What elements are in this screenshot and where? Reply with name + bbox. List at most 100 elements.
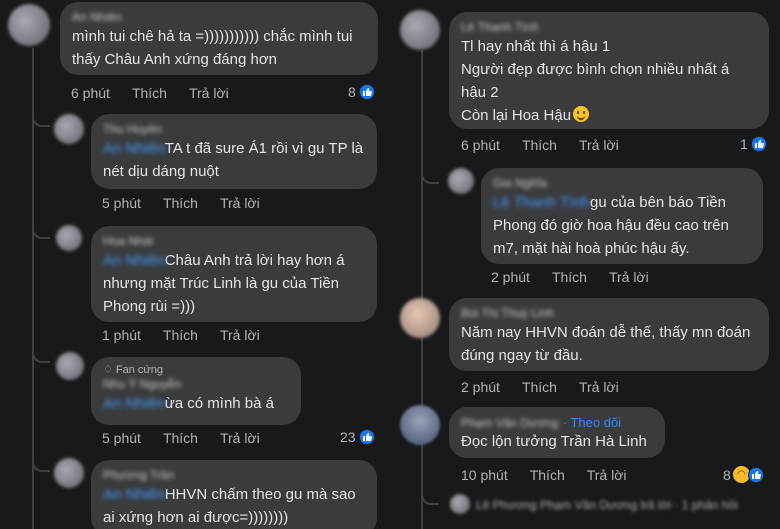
comment-actions: 10 phút Thích Trả lời [461,467,649,483]
reply-action[interactable]: Trả lời [579,137,619,153]
author-name[interactable]: Gia Nghĩa [493,176,751,191]
comment-time[interactable]: 2 phút [461,379,500,395]
follow-link[interactable]: · Theo dõi [563,415,621,430]
right-comment-column: Lê Thanh Tình Tl hay nhất thì á hậu 1 Ng… [392,0,780,529]
like-action[interactable]: Thích [530,467,565,483]
comment-text: Đọc lộn tưởng Trần Hà Linh [461,433,647,450]
mention-tag[interactable]: An Nhiên [103,395,165,412]
author-name[interactable]: Thu Huyền [103,122,365,137]
comment-bubble: ♢ Fan cứng Nhu Ý Nguyễn An Nhiênừa có mì… [91,357,301,425]
avatar[interactable] [56,225,82,251]
like-action[interactable]: Thích [552,269,587,285]
comment-bubble: Thu Huyền An NhiênTA t đã sure Á1 rồi vì… [91,114,377,189]
like-action[interactable]: Thích [163,195,198,211]
comment-bubble: Bùi Thị Thuỳ Linh Năm nay HHVN đoán dễ t… [449,298,769,371]
smile-emoji-icon [573,106,590,122]
reply-preview[interactable]: Lê Phương Phạm Văn Dương trả lời · 1 phả… [476,498,738,512]
reply-action[interactable]: Trả lời [220,195,260,211]
reaction-summary[interactable]: 23 [340,429,375,445]
comment-time[interactable]: 6 phút [461,137,500,153]
author-name[interactable]: An Nhiên [72,10,366,25]
like-icon [747,466,764,483]
comment-bubble: An Nhiên mình tui chê hả ta =)))))))))))… [60,2,378,75]
reply-preview-text: Phạm Văn Dương trả lời · 1 phản hồi [539,498,738,512]
reaction-count: 23 [340,429,356,445]
avatar[interactable] [450,494,470,514]
reply-action[interactable]: Trả lời [189,85,229,101]
avatar[interactable] [448,168,474,194]
comment-text: Năm nay HHVN đoán dễ thế, thấy mn đoán đ… [461,324,751,364]
comment-time[interactable]: 5 phút [102,195,141,211]
comment-time[interactable]: 2 phút [491,269,530,285]
comment-actions: 2 phút Thích Trả lời [461,379,641,395]
reaction-summary[interactable]: 8 ◠ [723,466,764,483]
comment-actions: 6 phút Thích Trả lời [71,85,251,101]
reaction-count: 8 [723,466,731,483]
thread-branch [32,349,50,363]
author-name[interactable]: Bùi Thị Thuỳ Linh [461,306,757,321]
like-action[interactable]: Thích [522,137,557,153]
thread-branch [32,113,50,127]
thread-line [421,50,423,529]
author-name[interactable]: Lê Thanh Tình [461,20,757,35]
comment-time[interactable]: 10 phút [461,467,508,483]
avatar[interactable] [54,114,84,144]
like-action[interactable]: Thích [132,85,167,101]
comment-bubble: Lê Thanh Tình Tl hay nhất thì á hậu 1 Ng… [449,12,769,129]
like-action[interactable]: Thích [163,430,198,446]
reaction-count: 1 [740,136,748,152]
like-icon [750,136,767,152]
thread-branch [421,491,439,505]
avatar[interactable] [54,458,84,488]
reply-action[interactable]: Trả lời [579,379,619,395]
avatar[interactable] [400,298,440,338]
like-action[interactable]: Thích [163,327,198,343]
thread-branch [32,225,50,239]
fan-badge-icon: ♢ [103,364,116,376]
reply-author: Lê Phương [476,498,537,512]
reply-action[interactable]: Trả lời [220,430,260,446]
author-name[interactable]: Hoa Nhài [103,234,365,249]
like-icon [358,84,375,100]
comment-text-line: Còn lại Hoa Hậu [461,107,572,124]
comment-bubble: Hoa Nhài An NhiênChâu Anh trả lời hay hơ… [91,226,377,322]
fan-badge: ♢ Fan cứng [103,364,164,376]
avatar[interactable] [8,4,50,46]
reaction-summary[interactable]: 8 [348,84,375,100]
comment-actions: 1 phút Thích Trả lời [102,327,282,343]
comment-bubble: Gia Nghĩa Lê Thanh Tìnhgu của bên báo Ti… [481,168,763,264]
comment-time[interactable]: 1 phút [102,327,141,343]
reply-action[interactable]: Trả lời [220,327,260,343]
mention-tag[interactable]: Lê Thanh Tình [493,194,590,211]
mention-tag[interactable]: An Nhiên [103,140,165,157]
reaction-summary[interactable]: 1 [740,136,767,152]
like-action[interactable]: Thích [522,379,557,395]
thread-branch [421,170,439,184]
mention-tag[interactable]: An Nhiên [103,486,165,503]
comment-text-line: Tl hay nhất thì á hậu 1 [461,38,611,55]
comment-text-line: Người đẹp được bình chọn nhiều nhất á hậ… [461,61,730,101]
author-name[interactable]: Phương Trần [103,468,365,483]
left-comment-column: An Nhiên mình tui chê hả ta =)))))))))))… [0,0,385,529]
comment-time[interactable]: 5 phút [102,430,141,446]
author-name[interactable]: Phạm Văn Dương [461,416,558,431]
author-name[interactable]: Nhu Ý Nguyễn [103,377,289,392]
thread-branch [32,458,50,472]
reply-action[interactable]: Trả lời [587,467,627,483]
avatar[interactable] [56,352,84,380]
comment-actions: 2 phút Thích Trả lời [491,269,671,285]
comment-text: ừa có mình bà á [164,395,274,412]
comment-actions: 5 phút Thích Trả lời [102,430,282,446]
comment-time[interactable]: 6 phút [71,85,110,101]
mention-tag[interactable]: An Nhiên [103,252,165,269]
avatar[interactable] [400,405,440,445]
reply-action[interactable]: Trả lời [609,269,649,285]
like-icon [358,429,375,445]
comment-bubble: Phạm Văn Dương · Theo dõi Đọc lộn tưởng … [449,407,665,458]
comment-text: mình tui chê hả ta =))))))))))) chắc mìn… [72,28,353,68]
comment-actions: 6 phút Thích Trả lời [461,137,641,153]
avatar[interactable] [400,10,440,50]
comment-actions: 5 phút Thích Trả lời [102,195,282,211]
reaction-count: 8 [348,84,356,100]
comment-bubble: Phương Trần An NhiênHHVN chấm theo gu mà… [91,460,377,529]
